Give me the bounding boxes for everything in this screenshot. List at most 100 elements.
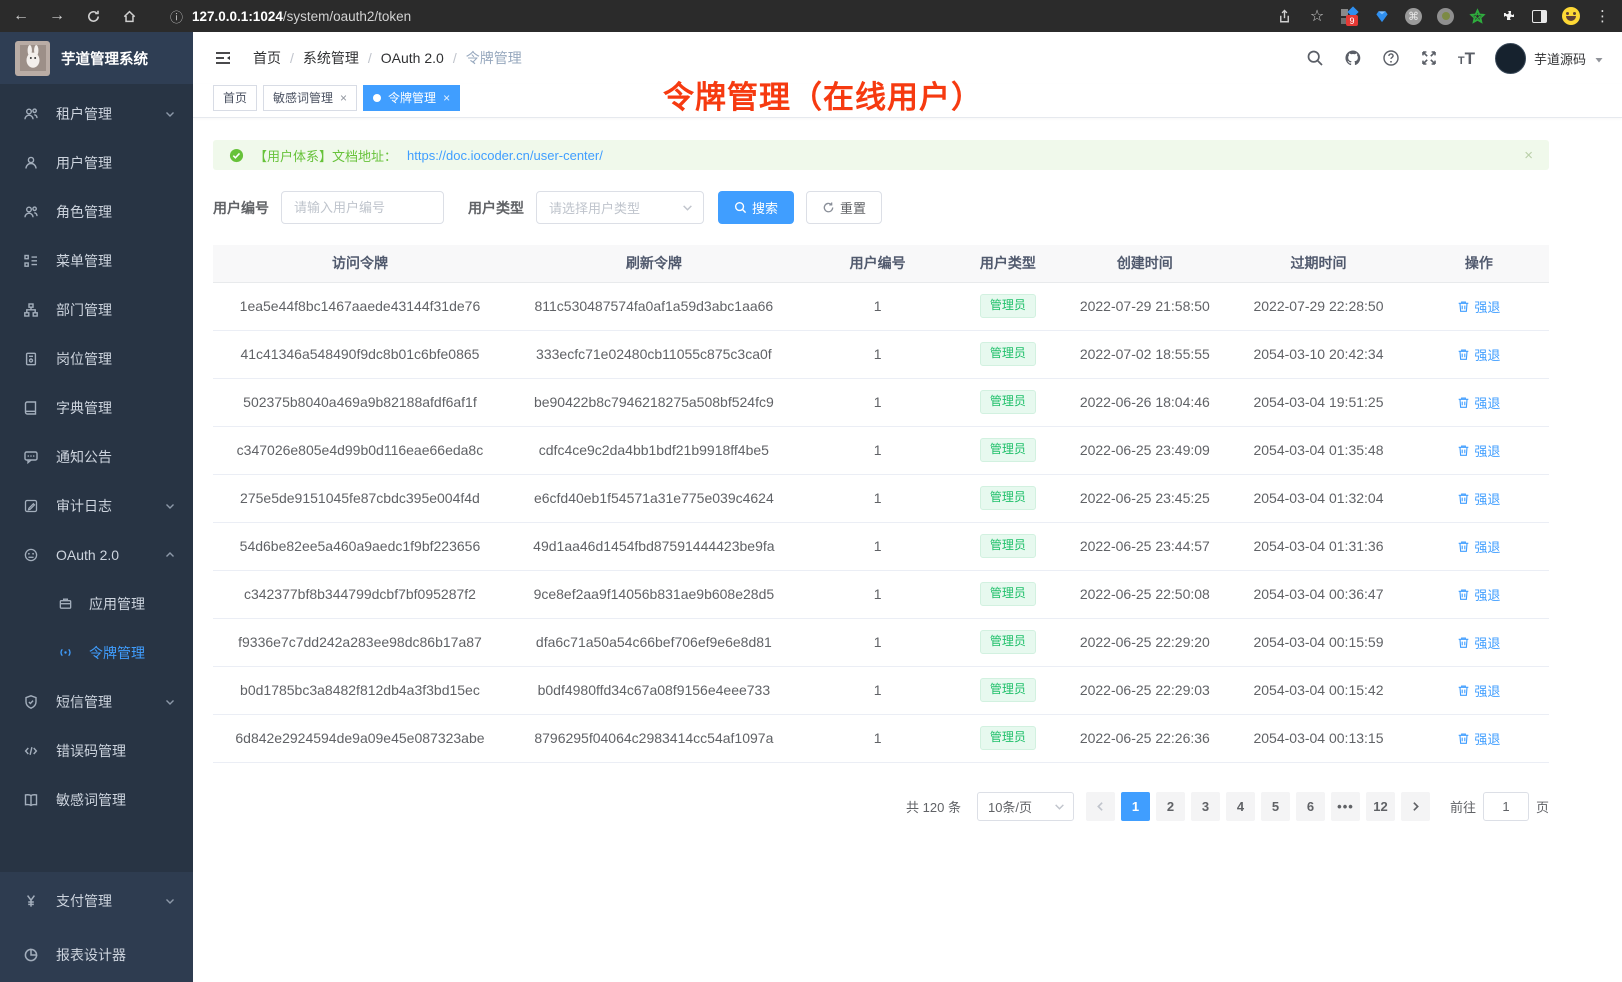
user-type-badge: 管理员 (980, 678, 1036, 702)
user-type-badge: 管理员 (980, 582, 1036, 606)
extension-tabs-icon[interactable]: 9 (1341, 8, 1359, 24)
bookmark-star-icon[interactable]: ☆ (1308, 7, 1326, 25)
sidebar-item-errorcode[interactable]: 错误码管理 (0, 726, 193, 775)
sidebar-item-dict[interactable]: 字典管理 (0, 383, 193, 432)
table-row: 54d6be82ee5a460a9aedc1f9bf22365649d1aa46… (213, 522, 1549, 570)
extensions-puzzle-icon[interactable] (1501, 8, 1517, 24)
browser-back-icon[interactable]: ← (12, 7, 30, 25)
actions-cell: 强退 (1409, 474, 1549, 522)
trash-icon (1457, 540, 1470, 553)
browser-home-icon[interactable] (120, 7, 138, 25)
post-badge-icon (23, 351, 39, 367)
browser-reload-icon[interactable] (84, 7, 102, 25)
sidebar-item-post[interactable]: 岗位管理 (0, 334, 193, 383)
refresh-token-cell: b0df4980ffd34c67a08f9156e4eee733 (507, 666, 801, 714)
user-menu[interactable]: 芋道源码 (1495, 43, 1604, 74)
force-logout-button[interactable]: 强退 (1457, 585, 1500, 604)
force-logout-button[interactable]: 强退 (1457, 297, 1500, 316)
user-id-cell: 1 (801, 570, 955, 618)
user-type-cell: 管理员 (954, 282, 1061, 330)
user-id-cell: 1 (801, 474, 955, 522)
sidebar-item-sensitive[interactable]: 敏感词管理 (0, 775, 193, 824)
force-logout-button[interactable]: 强退 (1457, 489, 1500, 508)
created-cell: 2022-06-26 18:04:46 (1061, 378, 1228, 426)
breadcrumb-current: 令牌管理 (466, 48, 522, 68)
table-row: f9336e7c7dd242a283ee98dc86b17a87dfa6c71a… (213, 618, 1549, 666)
sidebar-item-tenant[interactable]: 租户管理 (0, 89, 193, 138)
browser-menu-icon[interactable]: ⋮ (1595, 7, 1610, 25)
extension-star-icon[interactable] (1469, 8, 1486, 25)
more-pages-button[interactable]: ••• (1331, 792, 1360, 821)
close-icon[interactable]: × (340, 91, 347, 105)
alert-close-icon[interactable]: × (1524, 147, 1533, 164)
sidebar-item-user[interactable]: 用户管理 (0, 138, 193, 187)
user-type-badge: 管理员 (980, 726, 1036, 750)
extension-record-icon[interactable] (1437, 8, 1454, 25)
sidebar-item-dept[interactable]: 部门管理 (0, 285, 193, 334)
tab-sensitive-word[interactable]: 敏感词管理 × (263, 85, 357, 111)
site-info-icon[interactable]: ⓘ (170, 7, 183, 26)
expires-cell: 2054-03-04 01:31:36 (1228, 522, 1408, 570)
sidebar-collapse-icon[interactable] (213, 48, 233, 68)
github-icon[interactable] (1344, 49, 1362, 67)
sidebar-item-report[interactable]: 报表设计器 (0, 928, 193, 982)
sidebar-logo[interactable]: 芋道管理系统 (0, 32, 193, 84)
force-logout-button[interactable]: 强退 (1457, 681, 1500, 700)
sidebar-item-oauth-token[interactable]: 令牌管理 (0, 628, 193, 677)
sidebar-item-audit[interactable]: 审计日志 (0, 481, 193, 530)
close-icon[interactable]: × (443, 91, 450, 105)
sidebar-item-oauth-app[interactable]: 应用管理 (0, 579, 193, 628)
sidebar-item-sms[interactable]: 短信管理 (0, 677, 193, 726)
breadcrumb-oauth[interactable]: OAuth 2.0 (381, 50, 444, 66)
user-type-select[interactable]: 请选择用户类型 (536, 191, 704, 224)
page-button-6[interactable]: 6 (1296, 792, 1325, 821)
prev-page-button[interactable] (1086, 792, 1115, 821)
page-button-4[interactable]: 4 (1226, 792, 1255, 821)
page-button-1[interactable]: 1 (1121, 792, 1150, 821)
user-id-cell: 1 (801, 522, 955, 570)
page-button-3[interactable]: 3 (1191, 792, 1220, 821)
force-logout-button[interactable]: 强退 (1457, 345, 1500, 364)
goto-page-input[interactable] (1483, 792, 1529, 821)
next-page-button[interactable] (1401, 792, 1430, 821)
sidebar-item-role[interactable]: 角色管理 (0, 187, 193, 236)
force-logout-button[interactable]: 强退 (1457, 537, 1500, 556)
page-size-select[interactable]: 10条/页 (977, 792, 1074, 821)
profile-avatar-icon[interactable] (1562, 7, 1580, 25)
sidebar-item-menu[interactable]: 菜单管理 (0, 236, 193, 285)
page-button-2[interactable]: 2 (1156, 792, 1185, 821)
breadcrumb-home[interactable]: 首页 (253, 48, 281, 68)
force-logout-button[interactable]: 强退 (1457, 393, 1500, 412)
search-icon[interactable] (1306, 49, 1324, 67)
open-book-icon (23, 792, 39, 808)
page-button-5[interactable]: 5 (1261, 792, 1290, 821)
page-button-12[interactable]: 12 (1366, 792, 1395, 821)
force-logout-button[interactable]: 强退 (1457, 633, 1500, 652)
sidebar-item-notice[interactable]: 通知公告 (0, 432, 193, 481)
extension-gem-icon[interactable] (1374, 9, 1390, 24)
force-logout-button[interactable]: 强退 (1457, 441, 1500, 460)
user-type-badge: 管理员 (980, 438, 1036, 462)
user-id-cell: 1 (801, 666, 955, 714)
refresh-icon (822, 201, 835, 214)
browser-forward-icon[interactable]: → (48, 7, 66, 25)
extension-command-icon[interactable]: ⌘ (1405, 8, 1422, 25)
tenant-users-icon (23, 106, 39, 122)
share-icon[interactable] (1275, 7, 1293, 25)
help-icon[interactable] (1382, 49, 1400, 67)
font-size-icon[interactable]: TT (1458, 50, 1475, 67)
tab-home[interactable]: 首页 (213, 85, 257, 111)
reset-button[interactable]: 重置 (806, 191, 882, 224)
breadcrumb-system[interactable]: 系统管理 (303, 48, 359, 68)
user-id-input[interactable] (281, 191, 444, 224)
browser-sidepanel-icon[interactable] (1532, 10, 1547, 23)
fullscreen-icon[interactable] (1420, 49, 1438, 67)
search-button[interactable]: 搜索 (718, 191, 794, 224)
expires-cell: 2022-07-29 22:28:50 (1228, 282, 1408, 330)
sidebar-item-oauth[interactable]: OAuth 2.0 (0, 530, 193, 579)
tab-token[interactable]: 令牌管理 × (363, 85, 460, 111)
address-bar[interactable]: ⓘ 127.0.0.1:1024/system/oauth2/token (170, 7, 1257, 26)
doc-link[interactable]: https://doc.iocoder.cn/user-center/ (407, 148, 603, 163)
sidebar-item-pay[interactable]: 支付管理 (0, 874, 193, 928)
force-logout-button[interactable]: 强退 (1457, 729, 1500, 748)
